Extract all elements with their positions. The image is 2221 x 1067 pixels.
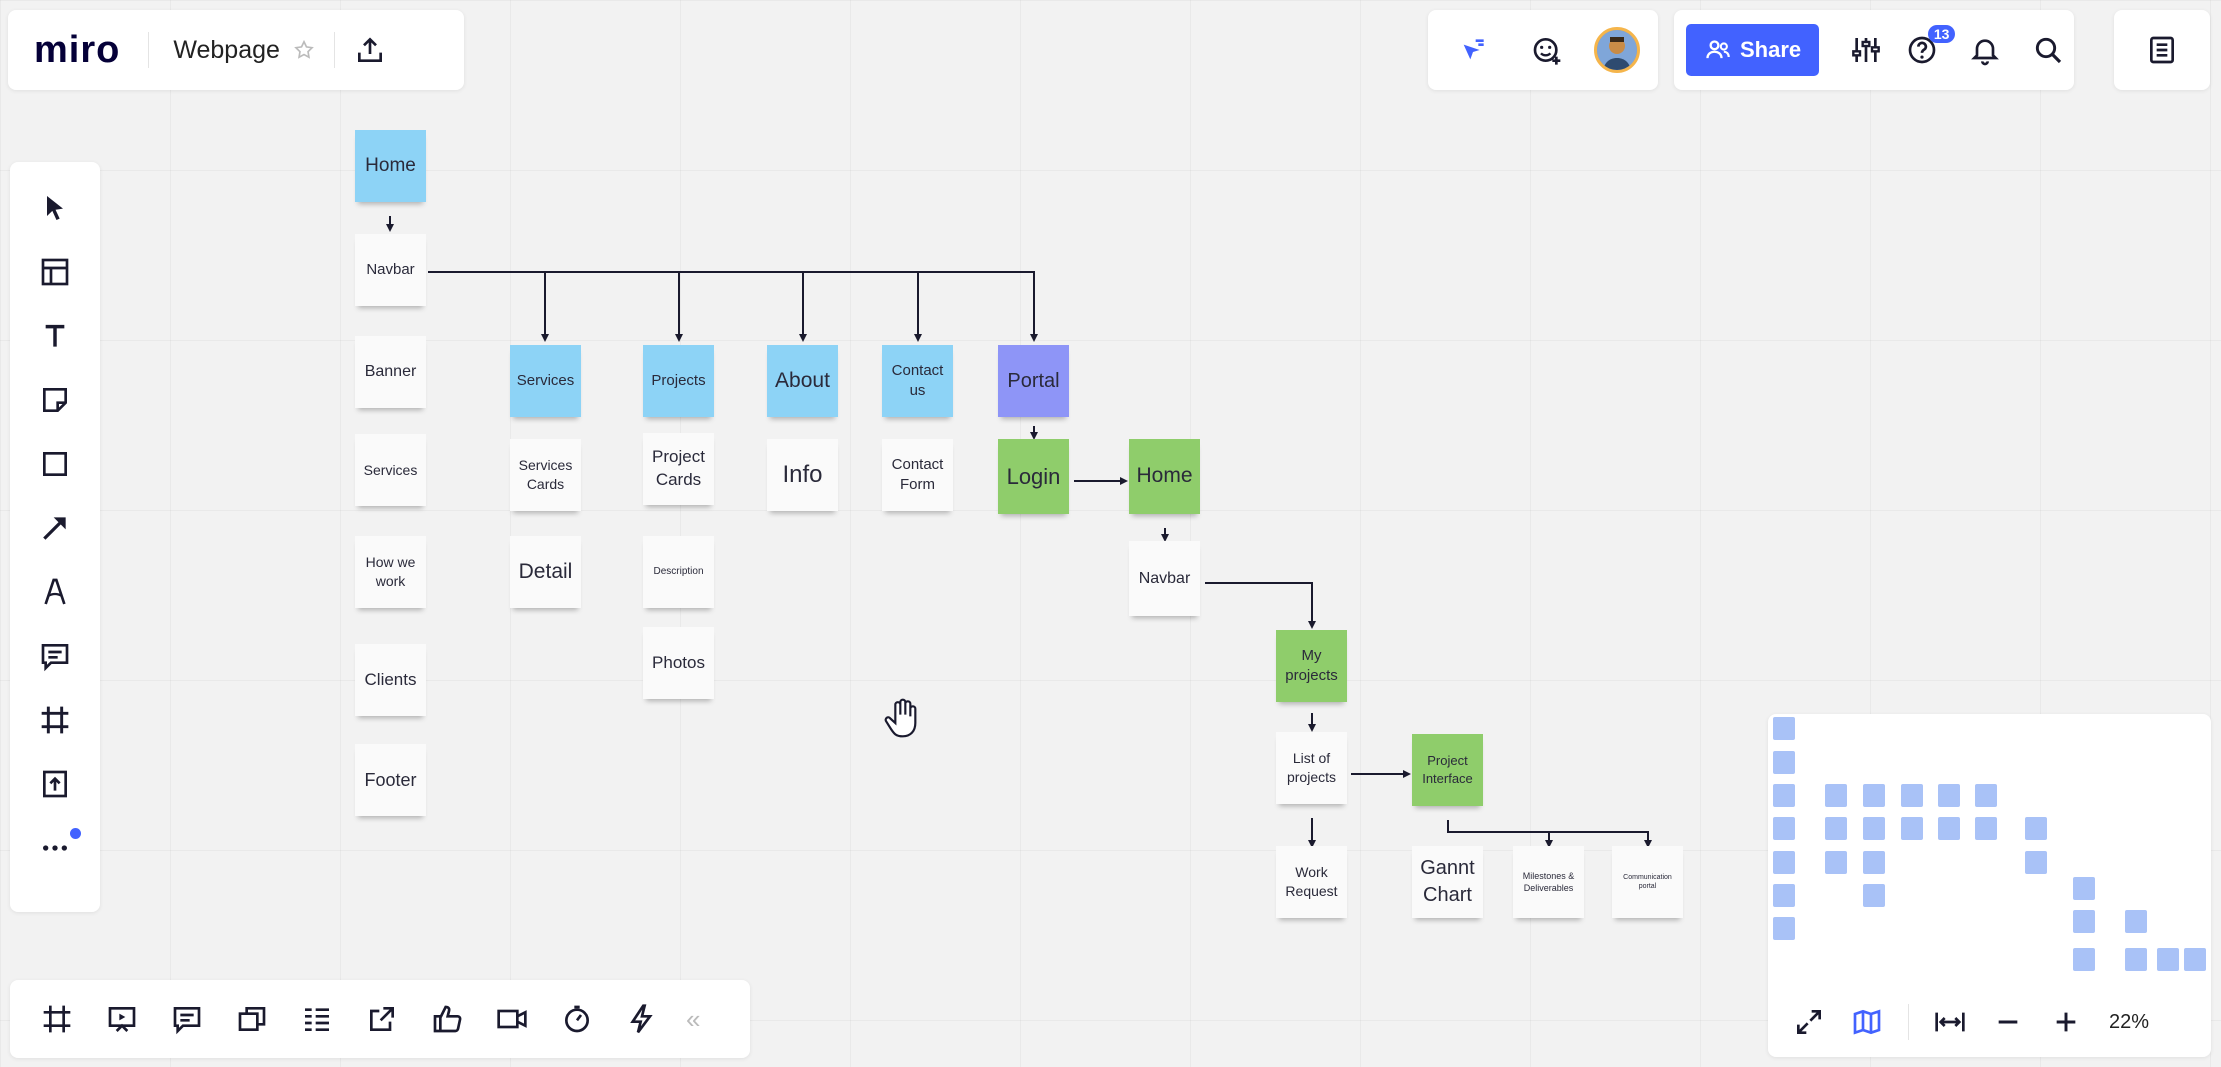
note-work-request[interactable]: Work Request: [1276, 846, 1347, 918]
note-services-section[interactable]: Services: [355, 434, 426, 506]
fit-width-icon[interactable]: [1923, 995, 1977, 1049]
minimap-note: [1773, 817, 1795, 840]
note-navbar[interactable]: Navbar: [355, 234, 426, 306]
share-export-icon[interactable]: [349, 992, 414, 1046]
minimap-note: [1863, 851, 1885, 874]
minimap-note: [1938, 784, 1960, 807]
collapse-icon[interactable]: «: [686, 1004, 700, 1035]
minimap-note: [2073, 948, 2095, 971]
note-project-interface[interactable]: Project Interface: [1412, 734, 1483, 806]
note-banner[interactable]: Banner: [355, 336, 426, 408]
kanban-icon[interactable]: [284, 992, 349, 1046]
minimap-note: [1773, 917, 1795, 940]
note-portal-home[interactable]: Home: [1129, 439, 1200, 514]
zoom-in-icon[interactable]: [2039, 995, 2093, 1049]
minimap-note: [1863, 884, 1885, 907]
minimap-note: [1938, 817, 1960, 840]
frames-icon[interactable]: [24, 992, 89, 1046]
minimap-note: [1825, 817, 1847, 840]
minimap-controls: 22%: [1768, 992, 2211, 1052]
minimap-note: [1975, 817, 1997, 840]
voting-icon[interactable]: [414, 992, 479, 1046]
note-home[interactable]: Home: [355, 130, 426, 202]
minimap-note: [2073, 910, 2095, 933]
fullscreen-icon[interactable]: [1782, 995, 1836, 1049]
note-info[interactable]: Info: [767, 439, 838, 511]
minimap-note: [2073, 877, 2095, 900]
note-services-cards[interactable]: Services Cards: [510, 439, 581, 511]
minimap-note: [1773, 884, 1795, 907]
minimap-preview[interactable]: [1768, 714, 2211, 984]
note-detail[interactable]: Detail: [510, 536, 581, 608]
lightning-icon[interactable]: [609, 992, 674, 1046]
note-how-we-work[interactable]: How we work: [355, 536, 426, 608]
note-contact-us[interactable]: Contact us: [882, 345, 953, 417]
note-portal-navbar[interactable]: Navbar: [1129, 541, 1200, 616]
minimap-note: [1975, 784, 1997, 807]
minimap-note: [1773, 717, 1795, 740]
note-communication-portal[interactable]: Communication portal: [1612, 846, 1683, 918]
minimap-note: [1901, 817, 1923, 840]
minimap-note: [1863, 784, 1885, 807]
minimap-note: [1825, 784, 1847, 807]
minimap-note: [1901, 784, 1923, 807]
note-footer[interactable]: Footer: [355, 744, 426, 816]
minimap-note: [2125, 910, 2147, 933]
minimap-note: [2025, 851, 2047, 874]
cards-icon[interactable]: [219, 992, 284, 1046]
minimap-note: [1773, 751, 1795, 774]
hand-cursor-icon: [882, 696, 922, 740]
note-portal[interactable]: Portal: [998, 345, 1069, 417]
comments-panel-icon[interactable]: [154, 992, 219, 1046]
presentation-icon[interactable]: [89, 992, 154, 1046]
minimap-note: [1773, 851, 1795, 874]
minimap-note: [1773, 784, 1795, 807]
zoom-out-icon[interactable]: [1981, 995, 2035, 1049]
note-about[interactable]: About: [767, 345, 838, 417]
note-gannt-chart[interactable]: Gannt Chart: [1412, 846, 1483, 918]
minimap-note: [1825, 851, 1847, 874]
note-login[interactable]: Login: [998, 439, 1069, 514]
note-contact-form[interactable]: Contact Form: [882, 439, 953, 511]
timer-icon[interactable]: [544, 992, 609, 1046]
minimap-note: [2184, 948, 2206, 971]
note-my-projects[interactable]: My projects: [1276, 630, 1347, 702]
note-photos[interactable]: Photos: [643, 627, 714, 699]
minimap-panel: 22%: [1768, 714, 2211, 1057]
note-projects[interactable]: Projects: [643, 345, 714, 417]
zoom-level[interactable]: 22%: [2109, 1011, 2149, 1034]
minimap-note: [2157, 948, 2179, 971]
minimap-note: [2125, 948, 2147, 971]
note-services[interactable]: Services: [510, 345, 581, 417]
note-milestones[interactable]: Milestones & Deliverables: [1513, 846, 1584, 918]
minimap-note: [1863, 817, 1885, 840]
note-description[interactable]: Description: [643, 536, 714, 608]
note-list-of-projects[interactable]: List of projects: [1276, 732, 1347, 804]
bottom-toolbar: «: [10, 980, 750, 1058]
video-call-icon[interactable]: [479, 992, 544, 1046]
map-icon[interactable]: [1840, 995, 1894, 1049]
note-clients[interactable]: Clients: [355, 644, 426, 716]
divider: [1908, 1004, 1909, 1040]
note-project-cards[interactable]: Project Cards: [643, 433, 714, 505]
minimap-note: [2025, 817, 2047, 840]
